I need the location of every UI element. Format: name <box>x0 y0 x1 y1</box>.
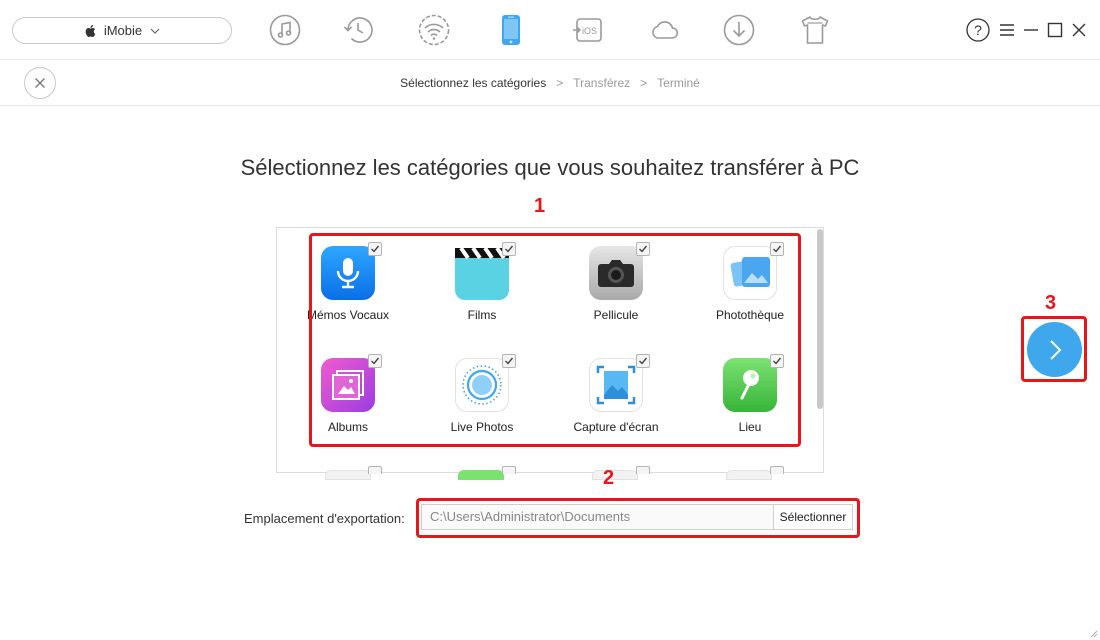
annotation-box-categories <box>309 233 801 447</box>
category-checkbox-partial[interactable] <box>770 466 784 474</box>
apple-icon <box>85 24 96 37</box>
category-icon-partial <box>592 470 638 480</box>
breadcrumb-separator: > <box>640 76 648 90</box>
wifi-tool-button[interactable] <box>417 12 451 48</box>
device-name: iMobie <box>103 23 143 38</box>
category-checkbox-partial[interactable] <box>368 466 382 474</box>
breadcrumb-step-done: Terminé <box>657 76 700 90</box>
category-icon-partial <box>726 470 772 480</box>
history-tool-button[interactable] <box>341 12 375 48</box>
breadcrumb-separator: > <box>556 76 564 90</box>
chevron-right-icon <box>1049 339 1061 360</box>
annotation-number-1: 1 <box>534 195 546 217</box>
window-close-button[interactable] <box>1068 19 1090 41</box>
download-icon <box>723 14 755 46</box>
next-button[interactable] <box>1027 322 1082 377</box>
minimize-icon <box>1024 29 1038 31</box>
device-tool-button[interactable] <box>494 12 528 48</box>
svg-text:?: ? <box>974 22 982 38</box>
phone-icon <box>502 15 520 45</box>
close-icon <box>1072 23 1086 37</box>
select-folder-button[interactable]: Sélectionner <box>773 504 853 530</box>
breadcrumb: Sélectionnez les catégories > Transférez > T… <box>0 76 1100 90</box>
menu-button[interactable] <box>996 19 1018 41</box>
resize-grip-icon[interactable] <box>1088 628 1098 638</box>
ios-tool-button[interactable]: iOS <box>570 12 604 48</box>
music-icon <box>269 14 301 46</box>
export-location-label: Emplacement d'exportation: <box>244 511 405 526</box>
page-title: Sélectionnez les catégories que vous sou… <box>240 155 860 180</box>
cloud-icon <box>652 21 679 39</box>
svg-text:iOS: iOS <box>582 26 597 36</box>
breadcrumb-step-transfer: Transférez <box>573 76 631 90</box>
music-tool-button[interactable] <box>268 12 302 48</box>
annotation-number-2: 2 <box>603 467 615 489</box>
category-checkbox-partial[interactable] <box>502 466 516 474</box>
device-selector[interactable]: iMobie <box>12 17 232 44</box>
minimize-button[interactable] <box>1020 19 1042 41</box>
breadcrumb-step-select: Sélectionnez les catégories <box>400 76 547 90</box>
help-button[interactable]: ? <box>966 18 990 42</box>
tshirt-icon <box>801 16 829 44</box>
help-icon: ? <box>966 18 990 42</box>
export-path-field[interactable]: C:\Users\Administrator\Documents <box>421 504 774 530</box>
tshirt-tool-button[interactable] <box>798 12 832 48</box>
hamburger-menu-icon <box>1000 24 1014 36</box>
chevron-down-icon <box>150 28 160 34</box>
download-tool-button[interactable] <box>722 12 756 48</box>
cloud-tool-button[interactable] <box>647 12 681 48</box>
maximize-button[interactable] <box>1044 19 1066 41</box>
ios-icon: iOS <box>573 18 602 42</box>
category-checkbox-partial[interactable] <box>636 466 650 474</box>
annotation-number-3: 3 <box>1045 292 1057 314</box>
wifi-icon <box>418 14 450 46</box>
history-icon <box>343 17 373 43</box>
maximize-icon <box>1047 22 1063 38</box>
category-icon-partial <box>458 470 504 480</box>
category-icon-partial <box>325 470 371 480</box>
